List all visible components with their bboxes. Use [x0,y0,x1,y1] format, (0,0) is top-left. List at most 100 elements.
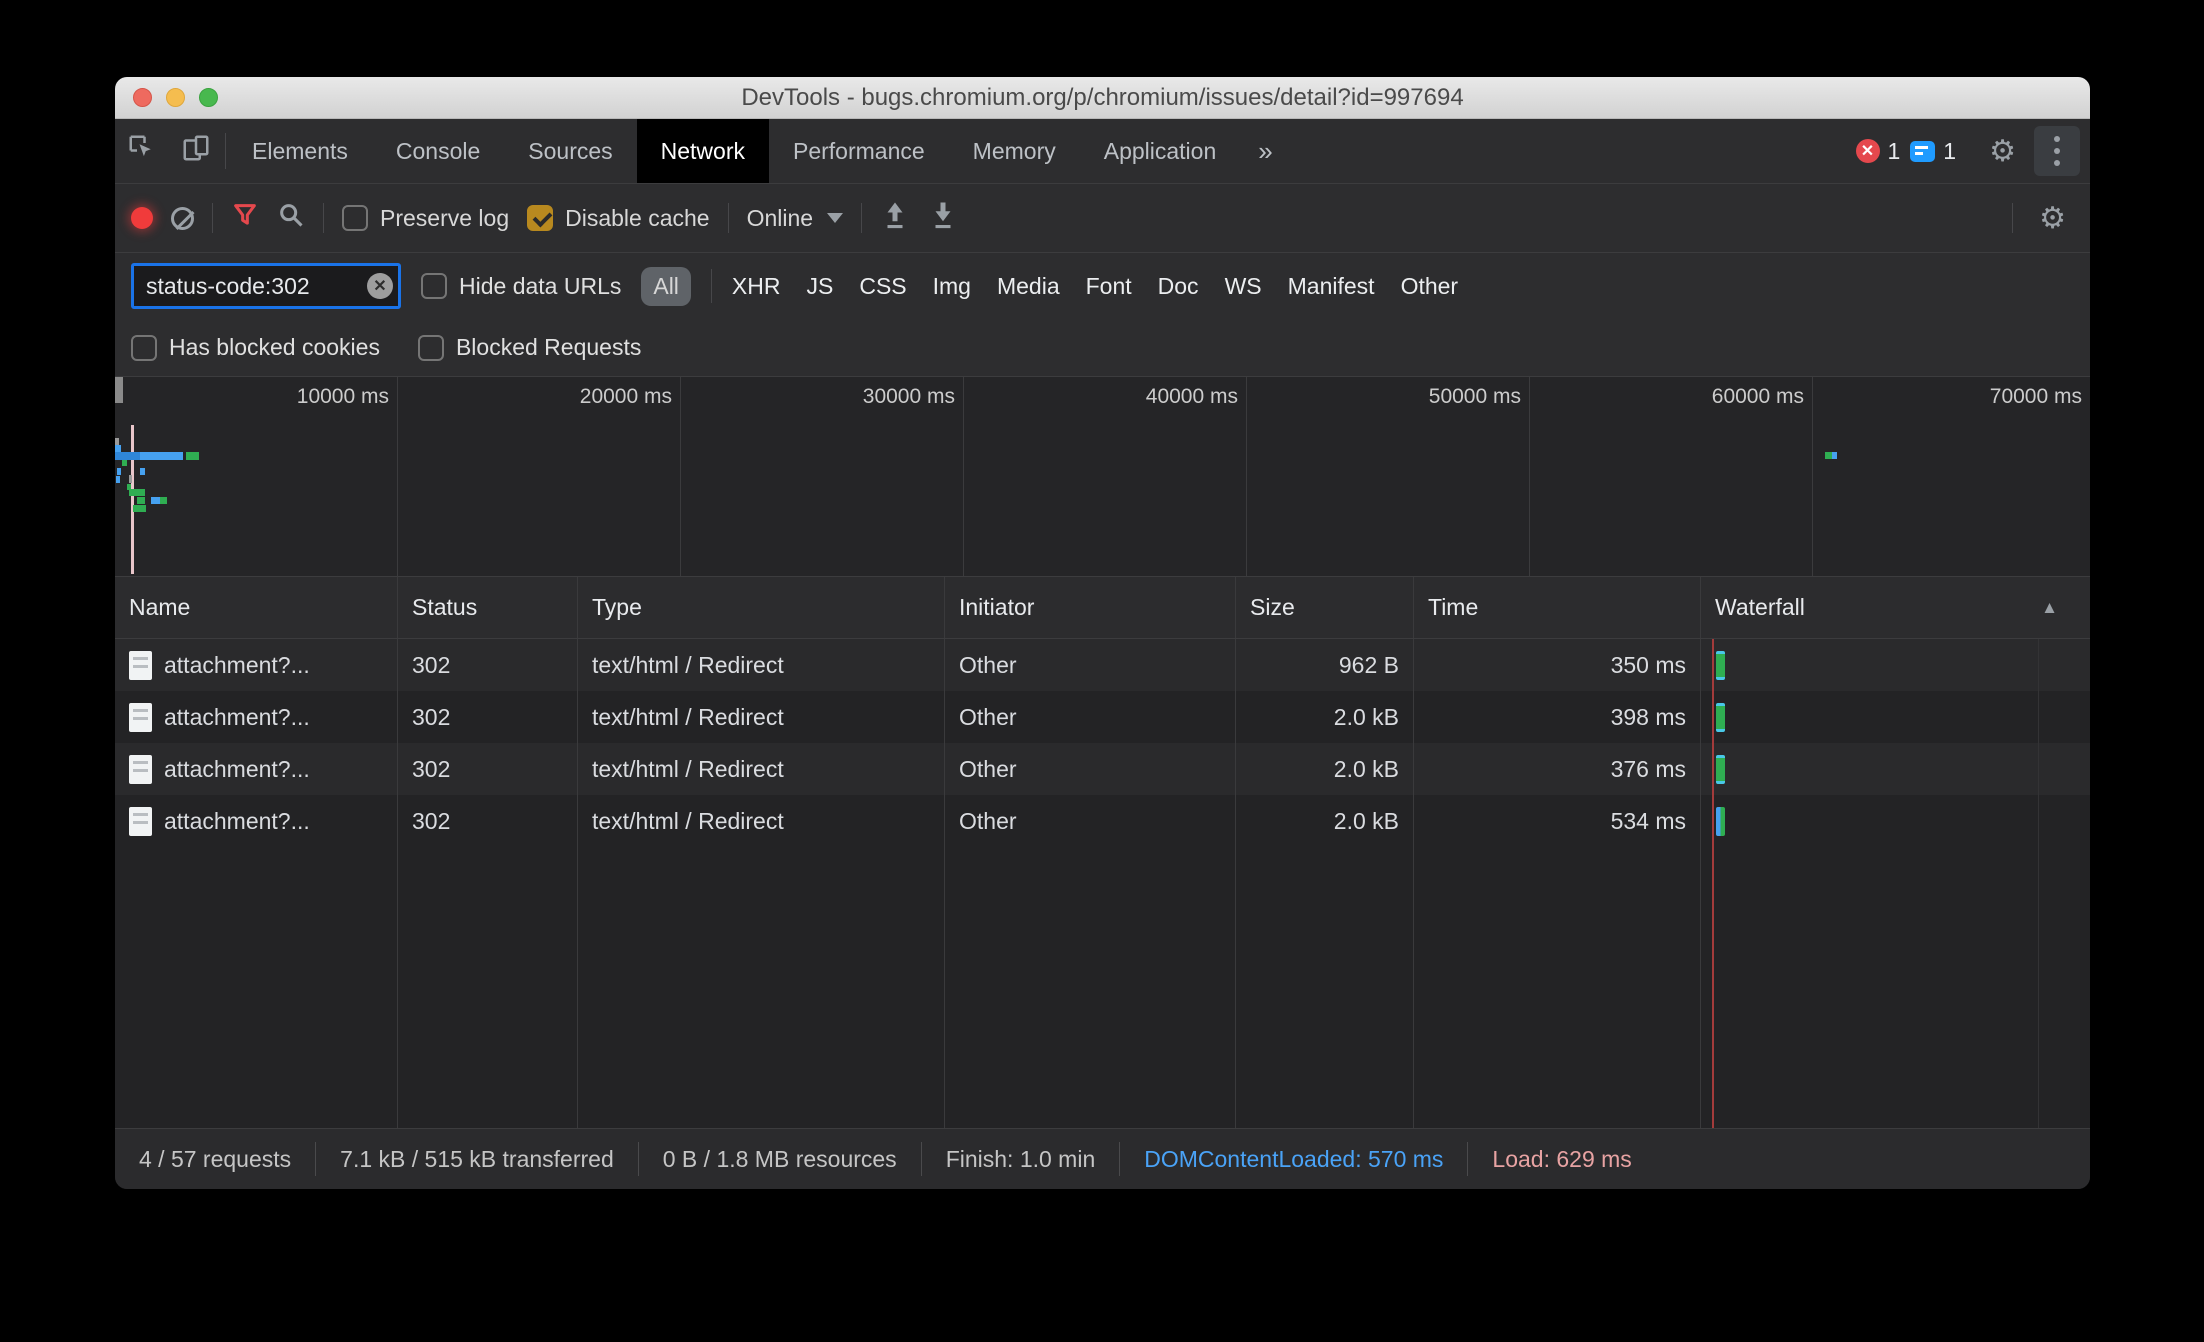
cell-initiator: Other [945,795,1236,847]
timeline-division: 20000 ms [398,377,681,576]
zoom-window-button[interactable] [199,88,218,107]
close-window-button[interactable] [133,88,152,107]
hide-data-urls-checkbox[interactable]: Hide data URLs [421,273,621,300]
settings-button[interactable]: ⚙ [1981,134,2024,169]
divider [212,203,213,233]
table-row[interactable]: attachment?... 302 text/html / Redirect … [115,795,2090,847]
overview-bar [186,452,199,460]
filter-type-manifest[interactable]: Manifest [1288,273,1375,300]
overview-bar [117,468,121,475]
table-row[interactable]: attachment?... 302 text/html / Redirect … [115,691,2090,743]
overview-bar [115,438,119,445]
overview-bar [151,497,160,504]
cell-name: attachment?... [115,639,398,691]
column-label: Size [1250,594,1295,620]
disable-cache-label: Disable cache [565,204,710,231]
column-header-status[interactable]: Status [398,577,578,638]
filter-type-xhr[interactable]: XHR [732,273,781,300]
filter-type-all[interactable]: All [641,266,691,306]
tab-memory[interactable]: Memory [949,119,1080,183]
column-header-type[interactable]: Type [578,577,945,638]
has-blocked-cookies-label: Has blocked cookies [169,334,380,360]
issues-badge-icon [1910,140,1936,162]
filter-type-doc[interactable]: Doc [1158,273,1199,300]
filter-type-img[interactable]: Img [933,273,971,300]
filter-type-other[interactable]: Other [1401,273,1459,300]
divider [323,203,324,233]
requests-table-body: attachment?... 302 text/html / Redirect … [115,639,2090,1128]
column-header-time[interactable]: Time [1414,577,1701,638]
filter-type-media[interactable]: Media [997,273,1060,300]
tab-label: Network [660,137,745,164]
cell-waterfall [1701,795,2090,847]
filter-type-font[interactable]: Font [1086,273,1132,300]
record-button[interactable] [131,207,153,229]
disable-cache-checkbox[interactable]: Disable cache [527,204,710,232]
network-filter-row: ✕ Hide data URLs All XHR JS CSS Img Medi… [115,253,2090,319]
search-button[interactable] [277,201,305,235]
tab-console[interactable]: Console [372,119,504,183]
filter-type-js[interactable]: JS [806,273,833,300]
issues-badge[interactable]: 1 [1910,138,1956,165]
cell-time: 376 ms [1414,743,1701,795]
overview-bar [115,452,140,460]
column-header-waterfall[interactable]: Waterfall ▲ [1701,577,2090,638]
dropdown-caret-icon [827,213,844,223]
overview-bar [1825,452,1832,459]
tab-performance[interactable]: Performance [769,119,949,183]
minimize-window-button[interactable] [166,88,185,107]
filter-input[interactable] [131,263,401,309]
has-blocked-cookies-checkbox[interactable]: Has blocked cookies [131,334,380,361]
cell-name: attachment?... [115,691,398,743]
blocked-requests-checkbox[interactable]: Blocked Requests [417,334,641,361]
tab-elements[interactable]: Elements [228,119,372,183]
customize-devtools-button[interactable] [2034,126,2080,176]
filter-type-css[interactable]: CSS [859,273,906,300]
column-header-size[interactable]: Size [1236,577,1414,638]
more-tabs-button[interactable]: » [1240,119,1290,183]
preserve-log-label: Preserve log [380,204,510,231]
cell-type: text/html / Redirect [578,743,945,795]
waterfall-bar [1716,755,1725,784]
divider [2012,203,2014,233]
column-header-initiator[interactable]: Initiator [945,577,1236,638]
network-settings-button[interactable]: ⚙ [2031,201,2074,236]
cell-type: text/html / Redirect [578,639,945,691]
table-row[interactable]: attachment?... 302 text/html / Redirect … [115,743,2090,795]
clear-requests-button[interactable] [171,206,194,230]
column-header-name[interactable]: Name [115,577,398,638]
tab-network[interactable]: Network [636,119,769,183]
titlebar[interactable]: DevTools - bugs.chromium.org/p/chromium/… [115,77,2090,119]
cell-waterfall [1701,691,2090,743]
preserve-log-checkbox[interactable]: Preserve log [342,205,509,232]
inspect-element-button[interactable] [115,119,169,183]
document-icon [129,650,152,680]
timeline-division: 50000 ms [1247,377,1530,576]
filter-type-ws[interactable]: WS [1225,273,1262,300]
devtools-window: DevTools - bugs.chromium.org/p/chromium/… [115,77,2090,1189]
waterfall-bar [1716,651,1725,680]
cell-initiator: Other [945,639,1236,691]
waterfall-gridline [2038,639,2039,1128]
export-har-button[interactable] [880,200,910,236]
timeline-division: 60000 ms [1530,377,1813,576]
filter-toggle-button[interactable] [231,201,259,235]
waterfall-load-event-line [1712,639,1714,1128]
device-toolbar-button[interactable] [169,119,223,183]
hide-data-urls-label: Hide data URLs [459,272,622,299]
overview-bar [122,460,127,466]
network-toolbar: Preserve log Disable cache Online ⚙ [115,184,2090,253]
clear-filter-button[interactable]: ✕ [367,273,393,299]
timeline-scroll-thumb[interactable] [115,377,123,403]
overview-bar [137,497,145,504]
tab-application[interactable]: Application [1080,119,1241,183]
throttling-dropdown[interactable]: Online [747,205,844,232]
gear-icon: ⚙ [1989,134,2016,168]
overview-bar [116,476,120,483]
table-row[interactable]: attachment?... 302 text/html / Redirect … [115,639,2090,691]
overview-bar [160,497,167,504]
import-har-button[interactable] [928,200,958,236]
error-badge[interactable]: ✕ 1 [1855,138,1900,165]
tab-sources[interactable]: Sources [504,119,636,183]
network-overview-timeline[interactable]: 10000 ms 20000 ms 30000 ms 40000 ms 5000… [115,377,2090,577]
